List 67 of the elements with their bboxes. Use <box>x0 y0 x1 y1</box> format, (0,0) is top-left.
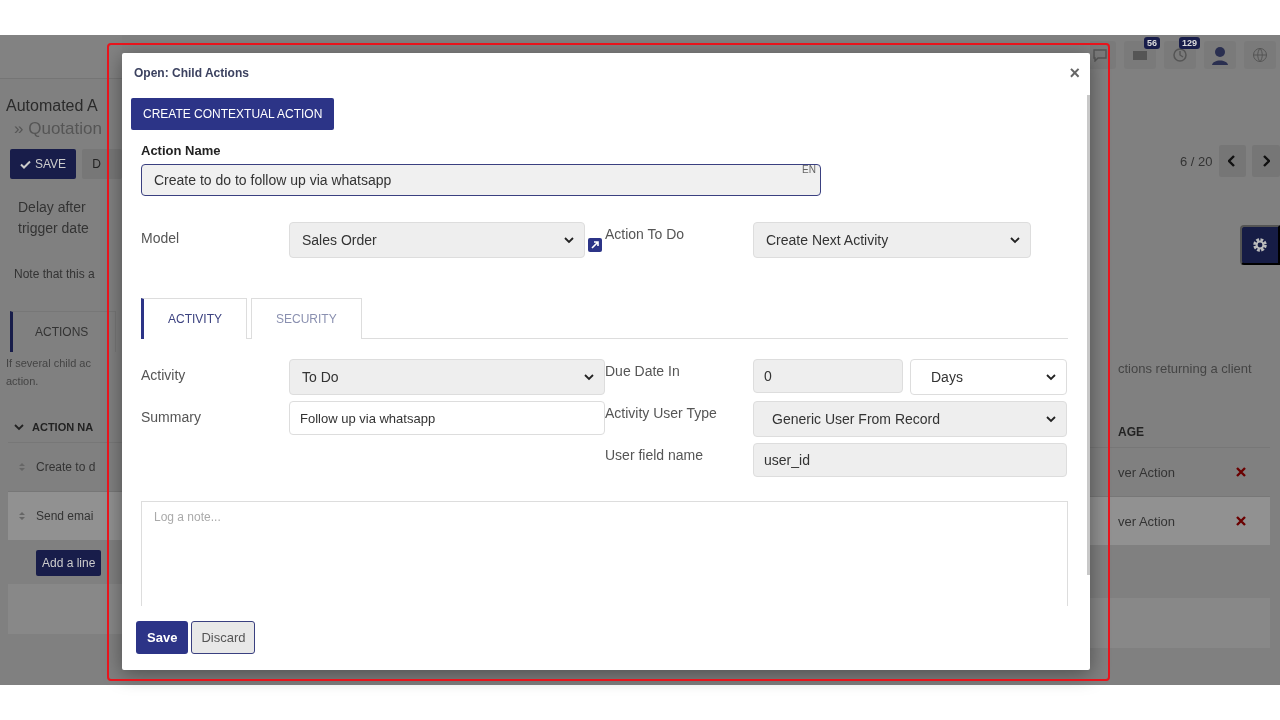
action-select[interactable]: Create Next Activity <box>753 222 1031 258</box>
user-type-select[interactable]: Generic User From Record <box>753 401 1067 437</box>
chevron-down-icon <box>564 236 574 244</box>
field-label: Action Name <box>141 143 222 158</box>
save-button[interactable]: SAVE <box>10 149 77 179</box>
avatar-icon[interactable] <box>1209 44 1231 66</box>
chevron-left-icon <box>1228 155 1237 167</box>
clock-icon[interactable] <box>1172 47 1188 63</box>
summary-field[interactable]: Follow up via whatsapp <box>289 401 605 435</box>
count-badge: 129 <box>1178 37 1200 49</box>
chat-icon[interactable] <box>1092 48 1108 62</box>
unit-select[interactable]: Days <box>910 359 1067 395</box>
chevron-down-icon <box>584 373 594 381</box>
discard-button[interactable]: D <box>82 149 122 179</box>
help-text: If several child ac <box>6 356 92 371</box>
activity-select[interactable]: To Do <box>289 359 605 395</box>
field-label: User field name <box>605 446 705 465</box>
table-cell: ver Action <box>1118 513 1176 529</box>
sort-handle-icon[interactable] <box>18 462 26 472</box>
language-tag[interactable]: EN <box>802 164 816 175</box>
field-label: Model <box>141 229 181 246</box>
discard-button[interactable]: Discard <box>191 621 256 654</box>
create-action-button[interactable]: CREATE CONTEXTUAL ACTION <box>131 98 335 130</box>
chevron-down-icon <box>1046 415 1056 423</box>
field-label: Activity <box>141 366 187 385</box>
column-header: ACTION NA <box>32 421 94 433</box>
pager-text: 6 / 20 <box>1180 153 1213 169</box>
chevron-down-icon <box>1046 373 1056 381</box>
table-row[interactable]: ver Action <box>1090 496 1270 545</box>
field-label: Due Date In <box>605 362 681 381</box>
close-button[interactable]: × <box>1069 65 1080 81</box>
user-field-input[interactable]: user_id <box>753 443 1067 477</box>
message-icon[interactable] <box>1132 48 1148 62</box>
table-cell: ver Action <box>1118 464 1176 480</box>
tab[interactable]: ACTIVITY <box>141 298 247 339</box>
add-line-button[interactable]: Add a line <box>36 550 102 576</box>
collapse-icon <box>14 423 24 431</box>
field-label: Delay after trigger date <box>18 198 90 238</box>
save-button[interactable]: Save <box>136 621 189 654</box>
table-cell: Send emai <box>36 509 94 523</box>
settings-button[interactable] <box>1240 225 1280 265</box>
field-label: Activity User Type <box>605 404 718 423</box>
due-date-field[interactable]: 0 <box>753 359 903 393</box>
help-text: action. <box>6 374 40 389</box>
previous-button[interactable] <box>1218 145 1247 177</box>
field-label: Summary <box>141 408 202 427</box>
dialog-title: Open: Child Actions <box>134 66 249 80</box>
help-text: ctions returning a client <box>1117 361 1253 378</box>
chevron-down-icon <box>1010 236 1020 244</box>
external-link-icon[interactable] <box>588 238 602 252</box>
check-icon <box>20 159 31 169</box>
sort-handle-icon[interactable] <box>18 511 26 521</box>
page-title: Automated A <box>6 97 99 115</box>
globe-icon[interactable] <box>1252 47 1268 63</box>
note-text: Note that this a <box>14 267 96 281</box>
model-select[interactable]: Sales Order <box>289 222 585 258</box>
next-button[interactable] <box>1252 145 1280 177</box>
delete-icon[interactable] <box>1236 467 1246 477</box>
column-header: AGE <box>1117 424 1145 441</box>
delete-icon[interactable] <box>1236 516 1246 526</box>
table-row[interactable]: Send emai <box>8 491 122 540</box>
count-badge: 56 <box>1144 37 1160 49</box>
gear-icon <box>1251 236 1269 254</box>
action-name-field[interactable]: Create to do to follow up via whatsapp EN <box>141 164 821 196</box>
table-cell: Create to d <box>36 460 96 474</box>
field-label: Action To Do <box>605 225 686 242</box>
chevron-right-icon <box>1262 155 1271 167</box>
